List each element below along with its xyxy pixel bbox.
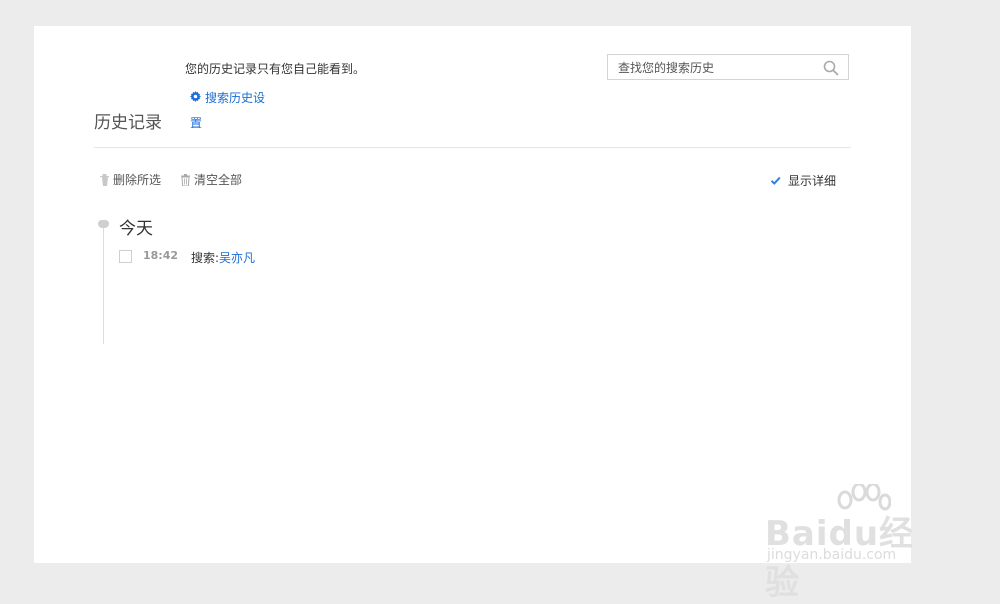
entry-query-link[interactable]: 吴亦凡	[219, 251, 255, 265]
clear-all-label: 清空全部	[194, 173, 243, 187]
header-divider	[94, 147, 851, 148]
history-settings-link[interactable]: 搜索历史设置	[190, 86, 270, 136]
privacy-note: 您的历史记录只有您自己能看到。	[185, 62, 366, 76]
timeline-marker	[98, 220, 109, 228]
baidu-jingyan-watermark: Baidu经验 jingyan.baidu.com	[765, 484, 945, 603]
search-icon[interactable]	[823, 60, 839, 76]
page-title: 历史记录	[94, 113, 162, 133]
watermark-url: jingyan.baidu.com	[767, 547, 897, 563]
show-details-label: 显示详细	[788, 174, 837, 188]
timeline-line	[103, 224, 104, 344]
delete-selected-button[interactable]: 删除所选	[99, 171, 161, 188]
delete-selected-label: 删除所选	[113, 173, 162, 187]
gear-icon	[190, 86, 202, 111]
search-input[interactable]	[616, 59, 820, 77]
checkmark-icon	[769, 174, 782, 187]
trash-icon	[181, 174, 190, 187]
clear-all-button[interactable]: 清空全部	[180, 171, 242, 188]
entry-time: 18:42	[143, 249, 179, 262]
entry-prefix-text: 搜索:	[191, 251, 220, 265]
entry-prefix: 搜索:吴亦凡	[191, 249, 255, 266]
day-heading: 今天	[119, 219, 153, 239]
show-details-checkbox[interactable]	[769, 174, 782, 187]
delete-icon	[100, 174, 109, 186]
show-details-toggle[interactable]: 显示详细	[769, 172, 836, 189]
entry-checkbox[interactable]	[119, 250, 132, 263]
search-box	[607, 54, 849, 80]
history-page: 您的历史记录只有您自己能看到。 搜索历史设置 历史记录 删除所选	[34, 26, 911, 563]
